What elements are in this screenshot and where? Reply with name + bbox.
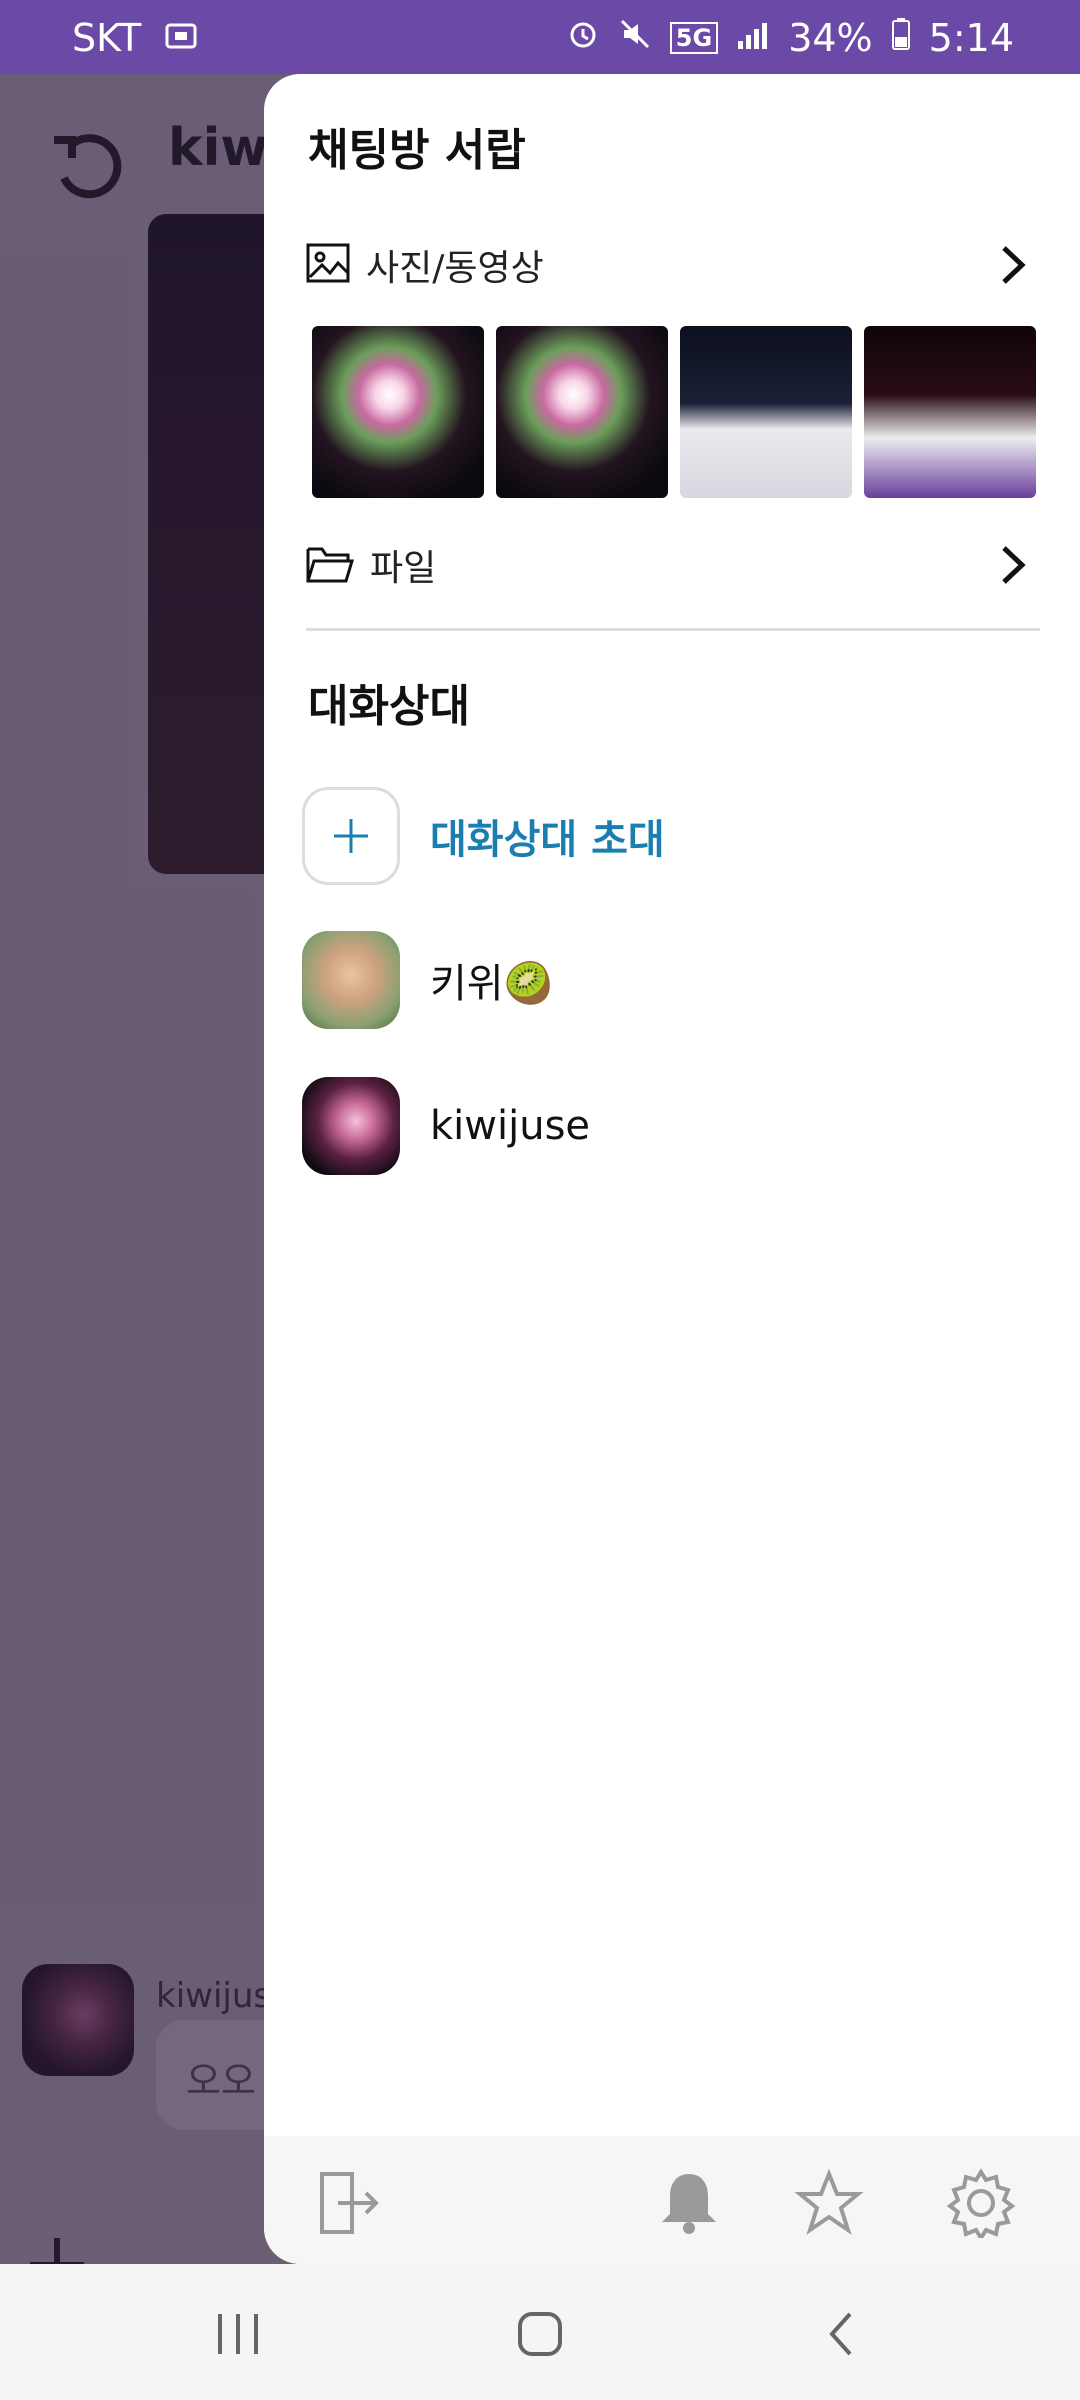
screenshot-icon — [163, 16, 199, 60]
chevron-right-icon[interactable] — [986, 538, 1040, 592]
chevron-right-icon[interactable] — [986, 238, 1040, 292]
participant-name: kiwijuse — [430, 1103, 591, 1149]
media-thumbnail[interactable] — [312, 326, 484, 498]
participant-item[interactable]: kiwijuse — [302, 1076, 1062, 1176]
media-row[interactable]: 사진/동영상 — [304, 230, 1040, 300]
carrier-label: SKT — [72, 16, 142, 60]
gear-icon[interactable] — [946, 2168, 1016, 2242]
time-label: 5:14 — [928, 16, 1014, 60]
media-thumbnail[interactable] — [496, 326, 668, 498]
network-label: 5G — [669, 22, 719, 54]
media-label: 사진/동영상 — [366, 248, 544, 289]
alarm-icon — [566, 16, 600, 60]
star-icon[interactable] — [794, 2168, 864, 2238]
chat-drawer: 채팅방 서랍 사진/동영상 파일 대화상대 대화상대 초대 키위🥝 kiwiju… — [264, 74, 1080, 2264]
drawer-bottom-bar — [264, 2136, 1080, 2264]
signal-icon — [736, 16, 770, 60]
media-thumbnails — [312, 326, 1036, 498]
drawer-title: 채팅방 서랍 — [308, 125, 526, 176]
navigation-bar — [0, 2264, 1080, 2400]
participant-name: 키위🥝 — [430, 961, 554, 1007]
bell-icon[interactable] — [654, 2168, 724, 2238]
avatar — [302, 931, 400, 1029]
exit-icon[interactable] — [314, 2168, 384, 2238]
files-label: 파일 — [370, 548, 437, 589]
status-bar: SKT 5G 34% 5:14 — [0, 0, 1080, 74]
recent-apps-icon[interactable] — [208, 2304, 268, 2364]
participant-item[interactable]: 키위🥝 — [302, 930, 1062, 1030]
image-icon — [304, 239, 352, 291]
mute-icon — [618, 16, 652, 60]
media-thumbnail[interactable] — [680, 326, 852, 498]
battery-icon — [891, 16, 911, 60]
avatar — [302, 1077, 400, 1175]
plus-icon — [302, 787, 400, 885]
battery-label: 34% — [788, 16, 873, 60]
media-thumbnail[interactable] — [864, 326, 1036, 498]
folder-icon — [304, 539, 356, 591]
invite-label: 대화상대 초대 — [430, 817, 665, 863]
divider — [306, 628, 1040, 631]
back-icon[interactable] — [812, 2304, 872, 2364]
files-row[interactable]: 파일 — [304, 530, 1040, 600]
invite-participant[interactable]: 대화상대 초대 — [302, 786, 1062, 886]
home-icon[interactable] — [510, 2304, 570, 2364]
participants-title: 대화상대 — [308, 681, 470, 732]
